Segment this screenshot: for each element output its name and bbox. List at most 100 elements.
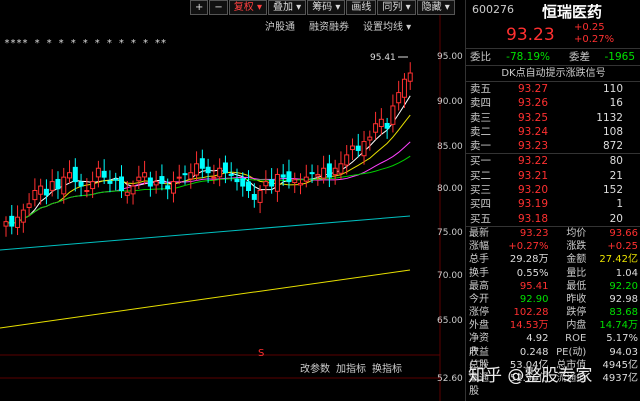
axis-label-95: 95.00 bbox=[437, 52, 463, 62]
stat-value: 1.04 bbox=[615, 267, 638, 279]
change-params-button[interactable]: 改参数 bbox=[300, 360, 330, 375]
candle bbox=[15, 216, 21, 228]
ratio-value: -78.19% bbox=[506, 51, 550, 63]
candle bbox=[367, 136, 373, 141]
candle bbox=[292, 179, 298, 184]
stat-value: 4937亿 bbox=[602, 373, 638, 385]
stat-value: 14.53万 bbox=[509, 320, 549, 332]
candle bbox=[280, 174, 286, 178]
stat-value: 93.23 bbox=[519, 227, 549, 239]
stat-row: 换手 0.55% 量比 1.04 bbox=[466, 267, 640, 280]
candle bbox=[170, 181, 176, 194]
stat-value: 27.42亿 bbox=[599, 254, 638, 266]
sell-label: 卖二 bbox=[470, 125, 491, 138]
stat-value: 14.74万 bbox=[599, 320, 638, 332]
stat-value: 0.55% bbox=[516, 267, 549, 279]
candle bbox=[211, 176, 217, 179]
buy-volume: 1 bbox=[616, 198, 623, 211]
axis-label-90: 90.00 bbox=[437, 97, 463, 107]
axis-label-65: 65.00 bbox=[437, 316, 463, 326]
candle bbox=[118, 176, 124, 192]
candle bbox=[194, 163, 200, 176]
candle bbox=[9, 215, 15, 227]
last-price: 93.23 bbox=[506, 25, 555, 45]
candle bbox=[373, 123, 379, 133]
buy-row: 买一 93.22 80 bbox=[466, 154, 640, 168]
switch-indicator-button[interactable]: 换指标 bbox=[372, 360, 402, 375]
candle bbox=[338, 163, 344, 174]
candle bbox=[309, 172, 315, 175]
candle bbox=[72, 166, 78, 183]
stat-value: 102.28 bbox=[513, 307, 549, 319]
stat-label: 昨收 bbox=[566, 293, 587, 305]
buy-row: 买五 93.18 20 bbox=[466, 212, 640, 226]
buy-volume: 20 bbox=[609, 212, 623, 225]
candlestick-chart[interactable]: **** * * * * * * * * * * ** 95.00 90.00 … bbox=[0, 0, 465, 401]
stat-label: 金额 bbox=[566, 254, 587, 266]
candle bbox=[26, 203, 32, 208]
sell-price: 93.27 bbox=[517, 83, 548, 95]
candle bbox=[332, 167, 338, 176]
stat-value: 94.03 bbox=[609, 346, 638, 358]
candle bbox=[217, 167, 223, 178]
candle bbox=[159, 176, 165, 184]
buy-label: 买三 bbox=[470, 184, 491, 197]
candle bbox=[130, 185, 136, 195]
sell-label: 卖三 bbox=[470, 111, 491, 124]
stat-value: 4.92 bbox=[526, 333, 549, 345]
stat-value: 0.248 bbox=[519, 346, 549, 358]
sell-row: 卖二 93.24 108 bbox=[466, 125, 640, 139]
add-indicator-button[interactable]: 加指标 bbox=[336, 360, 366, 375]
sell-orders: 卖五 93.27 110 卖四 93.26 16 卖三 93.25 1132 卖二 9… bbox=[466, 82, 640, 153]
diff-value: -1965 bbox=[604, 51, 635, 63]
stat-label: 涨跌 bbox=[566, 241, 587, 253]
stat-row: 外盘 14.53万 内盘 14.74万 bbox=[466, 319, 640, 332]
buy-price: 93.20 bbox=[517, 184, 548, 197]
candle bbox=[107, 180, 113, 184]
candle bbox=[298, 182, 304, 186]
stat-label: 总手 bbox=[469, 254, 489, 266]
candle bbox=[269, 179, 275, 187]
stat-value: 29.28万 bbox=[509, 254, 549, 266]
stock-header: 600276 恒瑞医药 93.23 +0.25 +0.27% bbox=[466, 0, 640, 49]
long-ma-line bbox=[0, 269, 411, 329]
stat-value: +0.27% bbox=[508, 241, 549, 253]
axis-label-52: 52.60 bbox=[437, 374, 463, 384]
axis-label-80: 80.00 bbox=[437, 184, 463, 194]
stat-value: 83.68 bbox=[609, 307, 638, 319]
candle bbox=[401, 78, 407, 98]
kline-chart-panel[interactable]: + − 复权 ▾ 叠加 ▾ 筹码 ▾ 画线 同列 ▾ 隐藏 ▾ 沪股通 融资融券… bbox=[0, 0, 465, 401]
buy-label: 买四 bbox=[470, 198, 491, 211]
candle bbox=[90, 181, 96, 190]
stat-row: 涨停 102.28 跌停 83.68 bbox=[466, 306, 640, 319]
ratio-label: 委比 bbox=[470, 51, 491, 63]
sell-price: 93.25 bbox=[517, 111, 548, 124]
stat-value: 92.98 bbox=[609, 293, 638, 305]
buy-row: 买二 93.21 21 bbox=[466, 169, 640, 183]
axis-label-75: 75.00 bbox=[437, 228, 463, 238]
indicator-bar: 改参数 加指标 换指标 bbox=[300, 360, 402, 375]
candle bbox=[55, 178, 61, 190]
stock-name: 恒瑞医药 bbox=[542, 3, 603, 21]
signal-banner[interactable]: DK点自动提示涨跌信号 bbox=[466, 66, 640, 82]
buy-label: 买一 bbox=[470, 155, 491, 168]
candle bbox=[315, 173, 321, 177]
stat-label: 换手 bbox=[469, 267, 489, 279]
stat-label: 涨停 bbox=[469, 307, 489, 319]
high-price-label: 95.41 bbox=[370, 53, 396, 63]
candle bbox=[136, 176, 142, 182]
candle bbox=[49, 181, 55, 191]
stat-label: 跌停 bbox=[566, 307, 587, 319]
candle bbox=[84, 190, 90, 192]
candle bbox=[3, 221, 9, 227]
stat-label: 内盘 bbox=[566, 320, 587, 332]
sell-price: 93.26 bbox=[517, 97, 548, 110]
candle bbox=[67, 172, 73, 179]
candle bbox=[176, 176, 182, 179]
candle bbox=[113, 178, 119, 181]
candle bbox=[78, 181, 84, 187]
diff-label: 委差 bbox=[569, 51, 590, 63]
candle bbox=[165, 185, 171, 190]
sell-volume: 110 bbox=[602, 83, 623, 95]
candle bbox=[274, 173, 280, 192]
